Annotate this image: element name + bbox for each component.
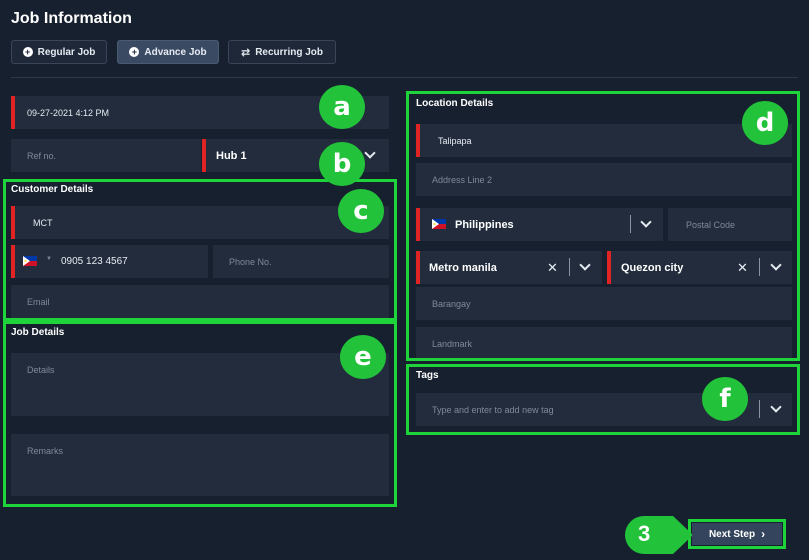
philippines-flag-icon[interactable] — [23, 256, 37, 266]
customer-name-value: MCT — [33, 217, 53, 228]
page-title: Job Information — [11, 10, 132, 27]
step-3-arrow-icon — [625, 516, 693, 554]
remarks-placeholder: Remarks — [27, 446, 64, 456]
advance-job-button[interactable]: + Advance Job — [117, 40, 219, 64]
ref-no-input[interactable]: Ref no. — [11, 139, 201, 172]
next-step-button[interactable]: Next Step › — [692, 523, 782, 545]
barangay-input[interactable]: Barangay — [416, 287, 792, 320]
advance-job-label: Advance Job — [144, 46, 207, 58]
postal-code-placeholder: Postal Code — [686, 219, 736, 230]
chevron-down-icon[interactable] — [364, 147, 376, 159]
annotation-bubble-a: a — [319, 85, 365, 129]
repeat-icon: ⇄ — [240, 46, 251, 59]
details-placeholder: Details — [27, 365, 55, 375]
next-step-label: Next Step — [708, 528, 756, 540]
annotation-bubble-b: b — [319, 142, 365, 186]
chevron-right-icon: › — [761, 527, 766, 541]
province-select[interactable]: Metro manila ✕ — [416, 251, 602, 284]
recurring-job-button[interactable]: ⇄ Recurring Job — [228, 40, 336, 64]
city-value: Quezon city — [621, 261, 684, 274]
country-select[interactable]: Philippines — [416, 208, 663, 241]
plus-circle-icon: + — [129, 47, 140, 57]
details-textarea[interactable]: Details — [11, 353, 389, 416]
chevron-down-icon[interactable] — [579, 259, 591, 271]
email-placeholder: Email — [27, 296, 50, 307]
select-separator — [569, 258, 570, 276]
landmark-input[interactable]: Landmark — [416, 327, 792, 360]
ref-no-placeholder: Ref no. — [27, 150, 57, 161]
select-separator — [759, 400, 760, 418]
annotation-bubble-e: e — [340, 335, 386, 379]
address-line1-input[interactable]: Talipapa — [416, 124, 792, 157]
annotation-bubble-d: d — [742, 101, 788, 145]
city-select[interactable]: Quezon city ✕ — [607, 251, 792, 284]
postal-code-input[interactable]: Postal Code — [668, 208, 792, 241]
chevron-down-icon[interactable] — [770, 259, 782, 271]
recurring-job-label: Recurring Job — [255, 46, 323, 58]
address-line2-input[interactable]: Address Line 2 — [416, 163, 792, 196]
clear-city-icon[interactable]: ✕ — [737, 260, 748, 276]
chevron-down-icon[interactable] — [640, 216, 652, 228]
hub-value: Hub 1 — [216, 149, 247, 162]
step-number-label: 3 — [638, 521, 651, 546]
caret-down-icon[interactable]: ▼ — [46, 256, 52, 262]
chevron-down-icon[interactable] — [770, 401, 782, 413]
philippines-flag-icon — [432, 219, 446, 229]
email-input[interactable]: Email — [11, 285, 389, 318]
remarks-textarea[interactable]: Remarks — [11, 434, 389, 496]
annotation-bubble-c: c — [338, 189, 384, 233]
tags-heading: Tags — [416, 370, 439, 381]
tags-placeholder: Type and enter to add new tag — [432, 404, 554, 415]
mobile-input[interactable]: ▼ 0905 123 4567 — [11, 245, 208, 278]
header-divider — [11, 77, 798, 78]
address-line1-value: Talipapa — [438, 135, 472, 146]
datetime-value: 09-27-2021 4:12 PM — [27, 107, 110, 118]
plus-circle-icon: + — [22, 47, 33, 57]
country-value: Philippines — [455, 218, 514, 231]
customer-name-input[interactable]: MCT — [11, 206, 389, 239]
landmark-placeholder: Landmark — [432, 338, 473, 349]
customer-details-heading: Customer Details — [11, 184, 94, 195]
select-separator — [630, 215, 631, 233]
select-separator — [759, 258, 760, 276]
phone-placeholder: Phone No. — [229, 256, 272, 267]
job-details-heading: Job Details — [11, 327, 65, 338]
address-line2-placeholder: Address Line 2 — [432, 174, 493, 185]
province-value: Metro manila — [429, 261, 497, 274]
annotation-bubble-f: f — [702, 377, 748, 421]
phone-input[interactable]: Phone No. — [213, 245, 389, 278]
location-details-heading: Location Details — [416, 98, 494, 109]
regular-job-button[interactable]: + Regular Job — [11, 40, 107, 64]
clear-province-icon[interactable]: ✕ — [547, 260, 558, 276]
regular-job-label: Regular Job — [37, 46, 96, 58]
barangay-placeholder: Barangay — [432, 298, 471, 309]
